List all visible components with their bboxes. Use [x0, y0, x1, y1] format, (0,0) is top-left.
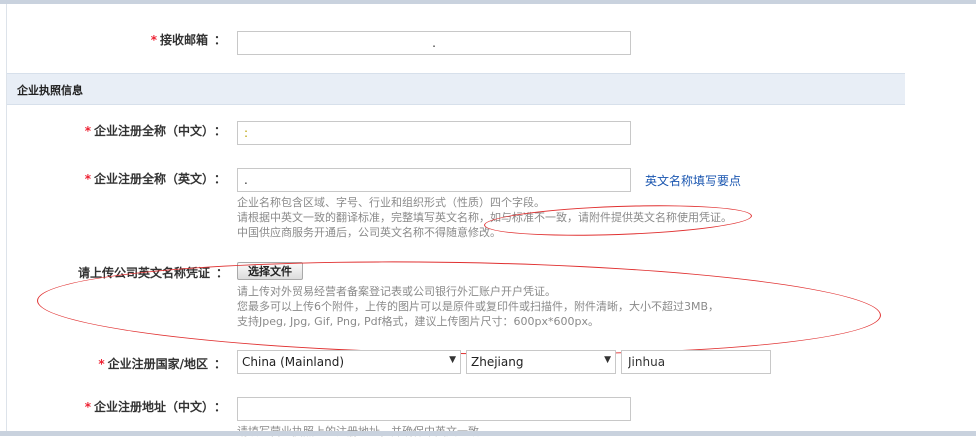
chevron-down-icon: ▼	[604, 355, 611, 365]
city-input[interactable]	[621, 350, 771, 374]
company-name-en-input[interactable]	[237, 168, 631, 192]
english-name-guide-link[interactable]: 英文名称填写要点	[645, 172, 741, 189]
address-cn-label: * 企业注册地址（中文）：	[84, 400, 226, 414]
email-input[interactable]	[237, 31, 631, 55]
company-name-cn-input[interactable]	[237, 121, 631, 145]
email-label: * 接收邮箱：	[150, 33, 226, 47]
chevron-down-icon: ▼	[449, 355, 456, 365]
section-title: 企业执照信息	[17, 84, 83, 97]
country-label: * 企业注册国家/地区：	[98, 357, 226, 371]
section-header: 企业执照信息	[7, 73, 905, 105]
country-select[interactable]: China (Mainland) ▼	[237, 350, 461, 374]
province-select[interactable]: Zhejiang ▼	[466, 350, 616, 374]
right-margin	[907, 4, 976, 436]
required-mark: *	[84, 172, 91, 186]
required-mark: *	[98, 357, 105, 371]
name-hint-3: 中国供应商服务开通后，公司英文名称不得随意修改。	[237, 226, 501, 239]
required-mark: *	[150, 33, 157, 47]
company-name-cn-label: * 企业注册全称（中文）：	[84, 124, 226, 138]
name-hint-1: 企业名称包含区域、字号、行业和组织形式（性质）四个字段。	[237, 196, 545, 209]
required-mark: *	[84, 400, 91, 414]
required-mark: *	[84, 124, 91, 138]
address-cn-input[interactable]	[237, 397, 631, 421]
company-name-en-label: * 企业注册全称（英文）：	[84, 172, 226, 186]
bottom-border	[0, 431, 976, 436]
